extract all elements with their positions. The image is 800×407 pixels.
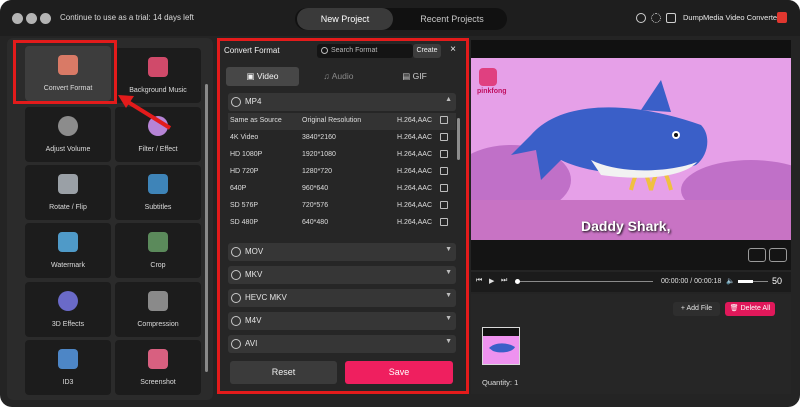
add-file-button[interactable]: + Add File <box>673 302 720 316</box>
music-icon <box>148 57 168 77</box>
project-tabs: New Project Recent Projects <box>295 8 507 30</box>
video-thumbnail[interactable] <box>482 327 520 365</box>
video-preview: pinkfong Daddy Shark, <box>471 40 791 240</box>
tool-crop[interactable]: Crop <box>115 223 201 278</box>
app-brand: DumpMedia Video Converter <box>683 13 780 22</box>
brand-logo-icon <box>777 12 787 23</box>
tools-scrollbar[interactable] <box>205 84 208 372</box>
tool-watermark[interactable]: Watermark <box>25 223 111 278</box>
skip-back-icon[interactable]: ⏮ <box>476 277 482 285</box>
quantity-label: Quantity: 1 <box>482 378 519 387</box>
camera-icon[interactable] <box>748 248 766 262</box>
tool-filter-effect[interactable]: Filter / Effect <box>115 107 201 162</box>
video-subtitle: Daddy Shark, <box>581 218 671 234</box>
close-window-button[interactable] <box>12 13 23 24</box>
convert-panel-highlight <box>217 38 469 394</box>
delete-all-button[interactable]: 🗑 Delete All <box>725 302 775 316</box>
trial-notice: Continue to use as a trial: 14 days left <box>60 13 194 22</box>
maximize-window-button[interactable] <box>40 13 51 24</box>
playback-controls: ⏮ ▶ ⏭ 00:00:00 / 00:00:18 🔈 50 <box>471 272 791 292</box>
watermark-icon <box>58 232 78 252</box>
menu-icon[interactable] <box>666 13 676 23</box>
tab-recent-projects[interactable]: Recent Projects <box>399 8 505 30</box>
window-icon[interactable] <box>769 248 787 262</box>
tool-rotate-flip[interactable]: Rotate / Flip <box>25 165 111 220</box>
tool-3d-effects[interactable]: 3D Effects <box>25 282 111 337</box>
app-window: Continue to use as a trial: 14 days left… <box>0 0 800 407</box>
crop-icon <box>148 232 168 252</box>
tool-id3[interactable]: ID3 <box>25 340 111 395</box>
tool-screenshot[interactable]: Screenshot <box>115 340 201 395</box>
convert-format-highlight <box>13 40 117 104</box>
play-icon[interactable]: ▶ <box>489 277 494 285</box>
volume-icon <box>58 116 78 136</box>
volume-slider[interactable] <box>738 280 768 283</box>
rotate-icon <box>58 174 78 194</box>
skip-forward-icon[interactable]: ⏭ <box>501 277 507 285</box>
speaker-icon[interactable]: 🔈 <box>726 277 735 285</box>
seek-handle[interactable] <box>515 279 520 284</box>
tool-subtitles[interactable]: Subtitles <box>115 165 201 220</box>
volume-value: 50 <box>772 276 783 286</box>
volume-fill <box>738 280 753 283</box>
subtitles-icon <box>148 174 168 194</box>
preview-toolbar <box>471 240 791 270</box>
user-icon[interactable] <box>636 13 646 23</box>
tool-background-music[interactable]: Background Music <box>115 48 201 103</box>
id3-icon <box>58 349 78 369</box>
tab-new-project[interactable]: New Project <box>297 8 393 30</box>
minimize-window-button[interactable] <box>26 13 37 24</box>
tool-compression[interactable]: Compression <box>115 282 201 337</box>
gear-icon[interactable] <box>651 13 661 23</box>
screenshot-icon <box>148 349 168 369</box>
video-frame <box>471 40 791 240</box>
seek-bar[interactable] <box>517 281 653 282</box>
pinkfong-logo: pinkfong <box>477 88 507 95</box>
filter-icon <box>148 116 168 136</box>
compression-icon <box>148 291 168 311</box>
3d-glasses-icon <box>58 291 78 311</box>
tool-adjust-volume[interactable]: Adjust Volume <box>25 107 111 162</box>
title-bar: Continue to use as a trial: 14 days left… <box>0 0 800 36</box>
time-display: 00:00:00 / 00:00:18 <box>661 278 722 285</box>
thumbnail-image <box>483 328 519 364</box>
trash-icon: 🗑 <box>729 305 741 312</box>
